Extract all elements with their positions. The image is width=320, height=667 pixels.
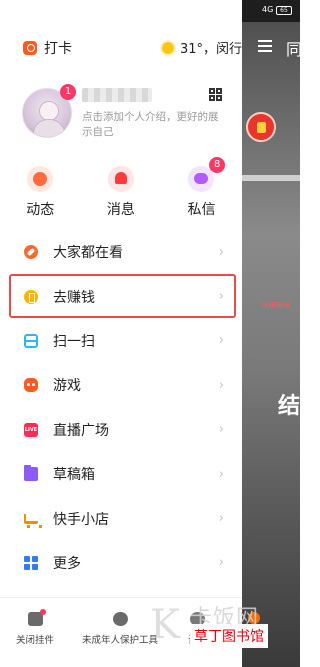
video-tab-peek[interactable]: 同 [286, 36, 300, 60]
menu-item-more[interactable]: 更多 › [0, 541, 242, 585]
compass-icon [24, 245, 38, 260]
top-row: 打卡 31°，闵行 [0, 36, 242, 60]
watermark-logo-icon [248, 612, 260, 624]
quick-action-label: 私信 [187, 202, 216, 218]
dm-badge: 8 [209, 157, 226, 173]
bell-icon [107, 166, 134, 192]
quick-actions: 动态 消息 8 私信 [0, 157, 242, 222]
sun-icon [161, 41, 174, 54]
gear-icon [190, 612, 205, 626]
battery-icon: 65 [276, 6, 292, 15]
cart-icon [24, 513, 42, 528]
minor-protection-button[interactable]: 未成年人保护工具 [82, 612, 158, 646]
highlight-box [9, 274, 236, 318]
menu-item-scan[interactable]: 扫一扫 › [0, 319, 242, 363]
bottom-label: 关闭挂件 [16, 635, 55, 646]
scan-icon [24, 333, 38, 348]
red-envelope-icon[interactable] [246, 112, 276, 142]
bottom-label: 未成年人保护工具 [82, 635, 159, 646]
menu-item-games[interactable]: 游戏 › [0, 363, 242, 407]
profile-section[interactable]: 1 点击添加个人介绍，更好的展示自己 [0, 82, 242, 152]
ceiling-beam [242, 175, 300, 181]
quick-action-private-messages[interactable]: 8 私信 [161, 157, 242, 222]
punch-icon [23, 41, 37, 55]
shield-icon [112, 612, 128, 626]
menu-item-label: 大家都在看 [53, 245, 123, 262]
username-blurred[interactable] [82, 88, 152, 102]
video-caption: 结 [278, 394, 300, 419]
game-icon [24, 378, 38, 393]
chevron-right-icon: › [218, 422, 224, 438]
quick-action-messages[interactable]: 消息 [81, 166, 162, 222]
quick-action-label: 动态 [26, 202, 55, 218]
menu-item-live-plaza[interactable]: LIVE 直播广场 › [0, 408, 242, 452]
qr-code-icon[interactable] [209, 88, 222, 101]
settings-button[interactable]: 设置 [188, 612, 207, 646]
chevron-right-icon: › [218, 377, 224, 393]
close-widget-button[interactable]: 关闭挂件 [16, 609, 55, 646]
folder-icon [24, 465, 38, 482]
punch-label: 打卡 [44, 41, 72, 57]
hamburger-menu-icon[interactable] [258, 40, 272, 52]
quick-action-label: 消息 [106, 202, 135, 218]
menu-item-label: 扫一扫 [53, 333, 95, 350]
menu-item-label: 快手小店 [53, 511, 109, 528]
menu-item-label: 更多 [53, 555, 81, 572]
weather-text: 31°，闵行 [179, 42, 242, 57]
background-video[interactable]: 4G 65 同 OSE电源 结 [242, 0, 300, 667]
menu-item-label: 草稿箱 [53, 467, 95, 484]
planet-icon [27, 166, 54, 192]
live-icon: LIVE [24, 422, 38, 437]
chevron-right-icon: › [218, 333, 224, 349]
menu-item-drafts[interactable]: 草稿箱 › [0, 452, 242, 496]
menu-item-trending[interactable]: 大家都在看 › [0, 230, 242, 274]
avatar-badge: 1 [60, 84, 76, 100]
quick-action-dynamic[interactable]: 动态 [0, 166, 81, 222]
menu-item-label: 游戏 [53, 378, 81, 395]
widget-icon [27, 609, 46, 626]
punch-in-button[interactable]: 打卡 [23, 38, 72, 58]
video-sign-text: OSE电源 [262, 301, 291, 309]
chevron-right-icon: › [218, 466, 224, 482]
menu-item-shop[interactable]: 快手小店 › [0, 496, 242, 540]
side-drawer: 打卡 31°，闵行 1 点击添加个人介绍，更好的展示自己 动态 消息 8 私信 [0, 0, 242, 667]
chevron-right-icon: › [218, 511, 224, 527]
bottom-label: 设置 [188, 635, 208, 646]
status-bar: 4G 65 [242, 0, 300, 22]
grid-icon [24, 555, 38, 570]
notification-dot [39, 609, 46, 615]
chevron-right-icon: › [218, 555, 224, 571]
chevron-right-icon: › [218, 244, 224, 260]
bottom-bar: 关闭挂件 未成年人保护工具 设置 [0, 597, 242, 667]
bio-placeholder[interactable]: 点击添加个人介绍，更好的展示自己 [82, 110, 228, 140]
signal-text: 4G [262, 5, 274, 14]
menu-item-label: 直播广场 [53, 422, 109, 439]
weather-widget[interactable]: 31°，闵行 [161, 38, 242, 57]
